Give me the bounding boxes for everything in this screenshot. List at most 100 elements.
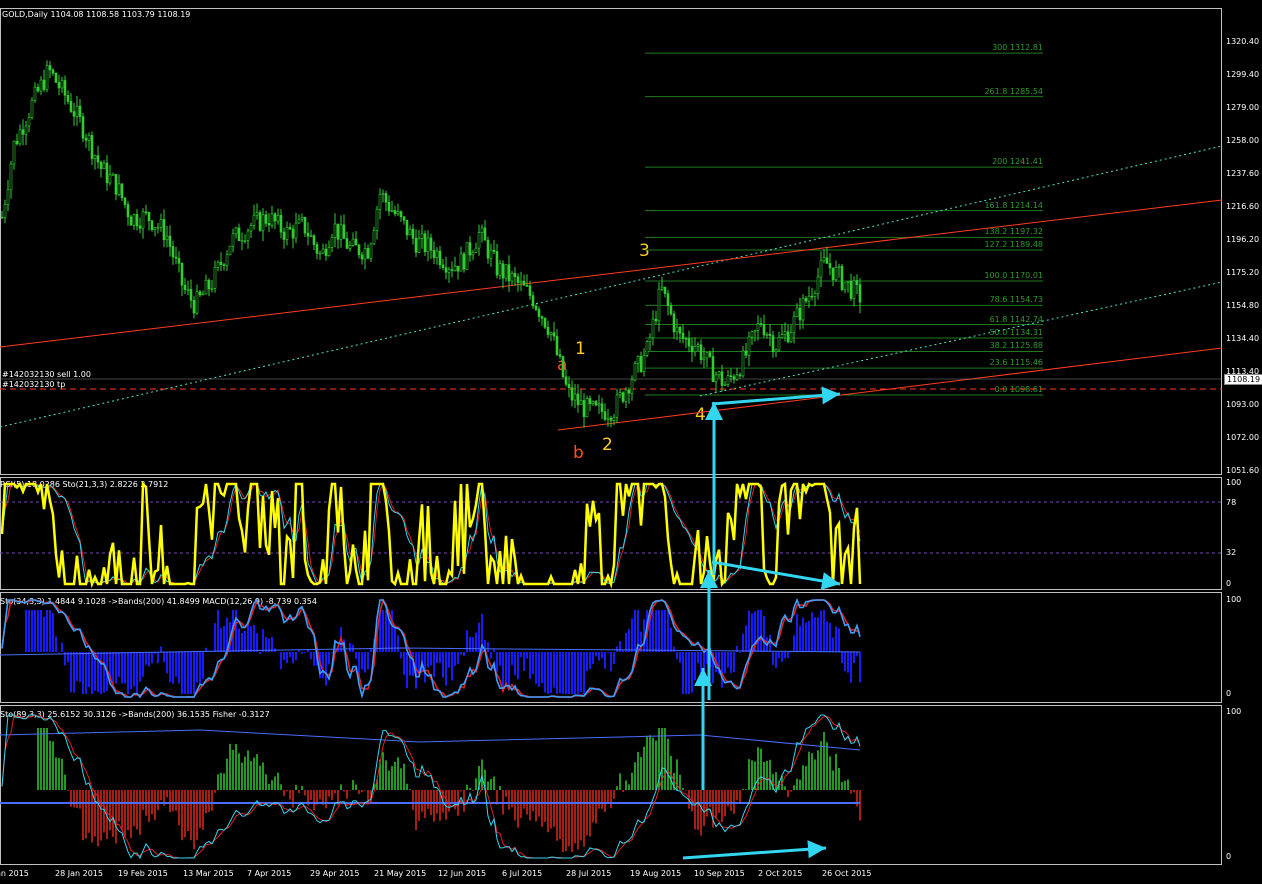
candle-body [816,276,820,294]
candle-body [717,371,721,376]
candle-body [390,210,394,212]
candle-body [537,309,541,317]
candle-body [510,272,514,282]
candle-body [363,248,367,260]
candle-body [807,295,811,302]
candle-body [261,214,265,231]
candle-body [279,215,283,233]
candle-body [459,253,463,272]
candle-body [678,326,682,334]
candle-body [846,280,850,284]
candle-body [687,338,691,347]
candle-body [582,400,586,418]
candle-body [465,242,469,270]
candle-body [786,331,790,343]
candle-body [726,375,730,385]
candle-body [219,261,223,265]
candle-body [246,230,250,241]
candle-body [651,318,655,339]
candle-body [561,356,565,378]
candle-body [780,334,784,338]
candle-body [147,212,151,222]
candle-body [636,356,640,364]
candle-body [675,326,679,333]
candle-body [810,295,814,298]
candle-body [501,263,505,279]
candle-body [747,336,751,356]
candle-body [198,291,202,296]
candle-body [102,162,106,169]
candle-body [381,193,385,195]
candle-body [444,267,448,273]
candle-body [45,65,49,90]
candle-body [441,264,445,268]
candle-body [111,174,115,176]
candle-body [231,233,235,247]
candle-body [570,387,574,401]
candle-body [213,266,217,289]
candle-body [660,286,664,290]
candle-body [264,214,268,224]
candle-body [858,284,862,303]
candle-body [123,197,127,205]
candle-body [789,332,793,343]
candle-body [516,276,520,283]
candle-body [153,227,157,230]
candle-body [141,211,145,229]
candle-body [498,263,502,276]
candle-body [546,326,550,335]
candle-body [585,398,589,418]
candle-body [513,272,517,278]
candle-body [495,251,499,276]
candle-body [768,334,772,336]
candle-body [471,252,475,256]
candle-body [795,307,799,317]
candle-body [612,416,616,421]
candle-body [528,285,532,296]
candle-body [588,398,592,404]
candle-body [540,316,544,319]
candle-body [804,298,808,302]
candle-body [42,79,46,90]
candle-body [681,332,685,339]
candle-body [162,219,166,241]
candle-body [84,137,88,141]
candle-body [396,211,400,215]
candle-body [171,246,175,258]
candle-body [483,227,487,241]
candle-body [711,356,715,383]
candle-body [705,352,709,359]
candle-body [480,227,484,233]
candle-body [618,392,622,396]
candle-body [276,215,280,222]
candle-body [222,264,226,266]
candle-body [270,213,274,226]
candle-body [72,111,76,117]
candle-body [204,279,208,295]
candle-body [96,155,100,163]
candle-body [654,318,658,322]
candle-body [294,222,298,239]
candle-body [849,280,853,299]
candle-body [414,238,418,253]
candle-body [735,374,739,380]
candle-body [51,69,55,74]
candle-body [324,248,328,256]
candle-body [438,250,442,266]
candle-body [168,235,172,247]
candle-body [426,237,430,252]
candle-body [78,105,82,117]
candle-body [597,403,601,406]
candle-body [672,313,676,333]
candle-body [435,250,439,258]
candle-body [225,254,229,266]
candle-body [156,226,160,229]
candle-body [477,232,481,249]
candle-body [609,417,613,421]
candle-body [759,323,763,325]
candle-body [504,264,508,279]
candle-body [258,212,262,231]
candle-body [777,337,781,351]
candle-body [30,99,34,118]
candle-body [567,383,571,388]
